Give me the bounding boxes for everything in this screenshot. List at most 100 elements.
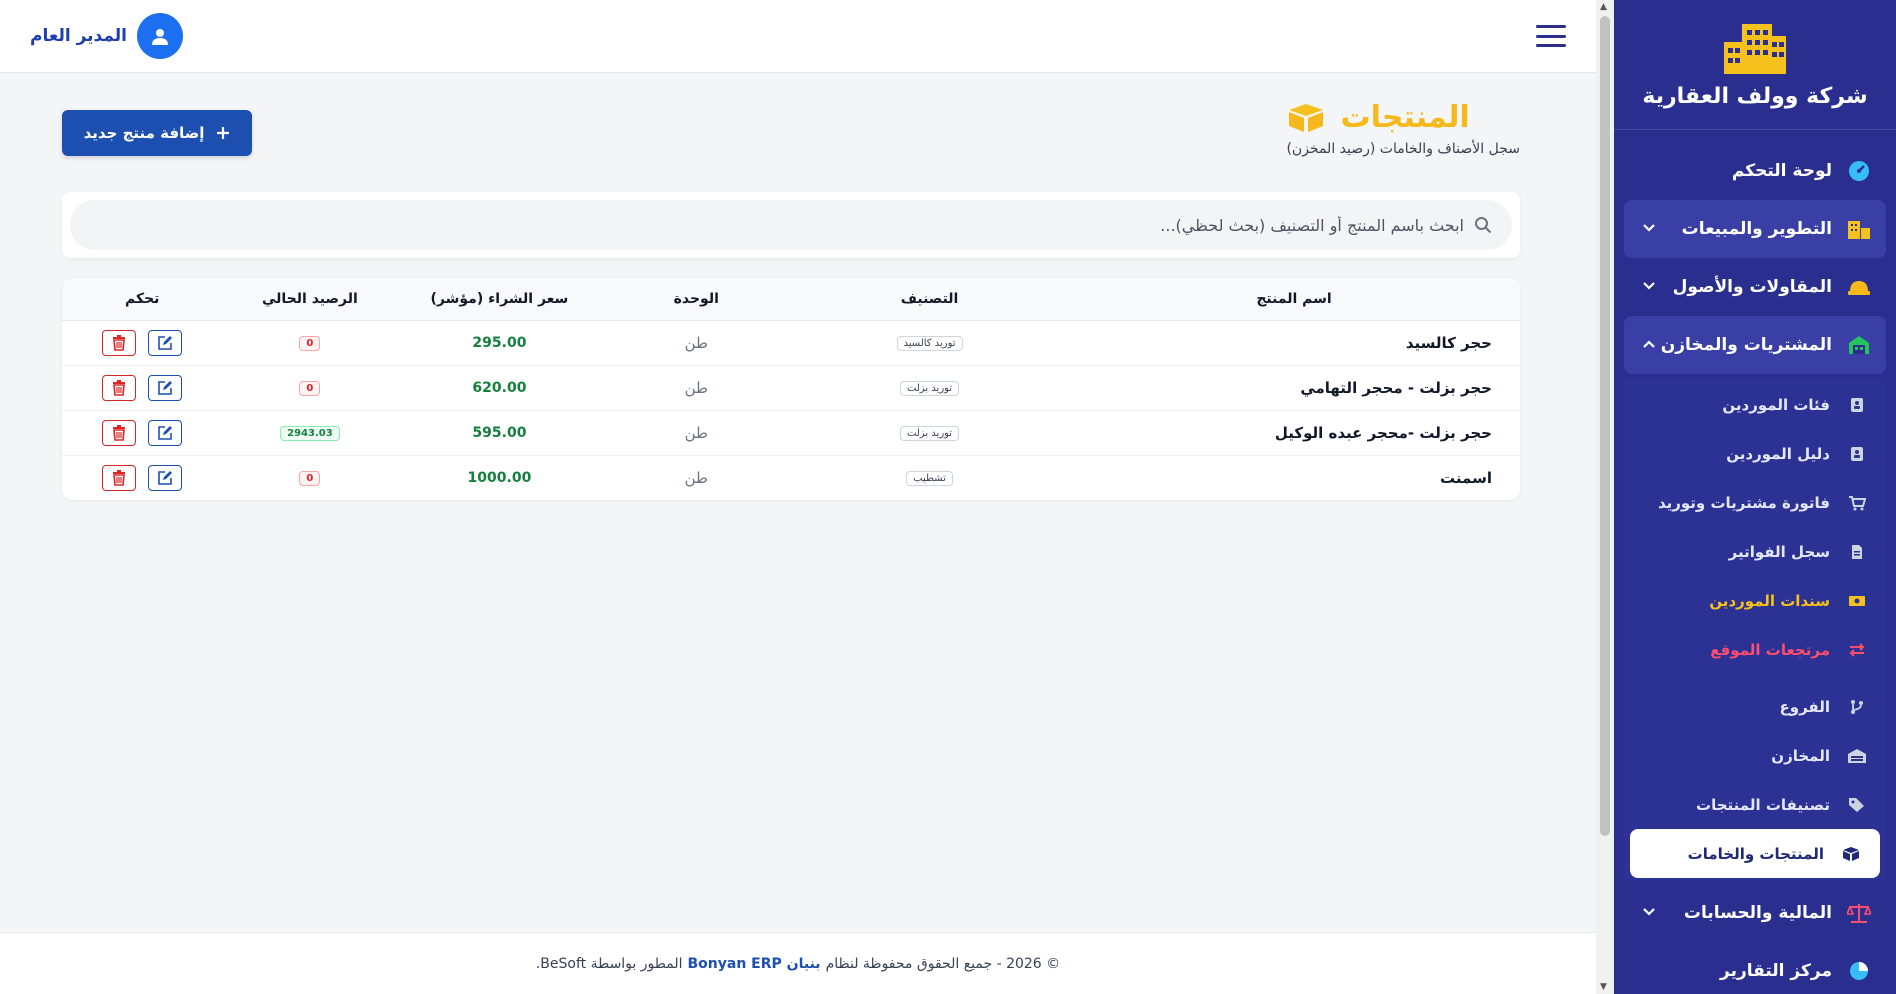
edit-button[interactable] [148, 329, 183, 356]
product-name: اسمنت [1440, 468, 1492, 487]
trash-icon [113, 469, 126, 486]
column-current-balance[interactable]: الرصيد الحالي [222, 278, 398, 321]
sidebar: شركة وولف العقارية لوحة التحكم التطوير و… [1614, 0, 1896, 994]
unit-cell: طن [601, 410, 792, 456]
helmet-icon [1846, 274, 1872, 300]
column-category[interactable]: التصنيف [791, 278, 1069, 321]
category-badge: تشطيب [906, 471, 953, 487]
chevron-down-icon [1638, 221, 1656, 237]
edit-icon [158, 335, 173, 350]
unit-cell: طن [684, 468, 708, 487]
row-actions [62, 419, 222, 446]
boxes-icon [1840, 846, 1862, 862]
scroll-up-arrow-icon[interactable]: ▲ [1600, 2, 1607, 12]
delete-button[interactable] [102, 374, 137, 401]
boxes-icon [1289, 103, 1324, 132]
edit-icon [158, 470, 173, 485]
brand: شركة وولف العقارية [1614, 0, 1896, 130]
page-title-row: المنتجات [1286, 100, 1520, 135]
search-box [70, 200, 1512, 250]
price-cell: 595.00 [397, 410, 602, 456]
category-badge: توريد بزلت [899, 381, 960, 396]
chevron-up-icon [1638, 337, 1656, 353]
product-name: حجر كالسيد [1068, 320, 1520, 366]
file-icon [1846, 544, 1868, 560]
row-actions [62, 329, 222, 356]
sidebar-item-contracting-assets[interactable]: المقاولات والأصول [1624, 258, 1886, 316]
sidebar-subitem-site-returns[interactable]: مرتجعات الموقع [1624, 625, 1886, 674]
branch-icon [1846, 699, 1868, 715]
scrollbar-thumb[interactable] [1600, 16, 1610, 836]
sidebar-subitem-invoices-log[interactable]: سجل الفواتير [1624, 527, 1886, 576]
edit-icon [158, 380, 173, 395]
page-title: المنتجات [1340, 100, 1470, 135]
address-book-icon [1846, 446, 1868, 462]
footer-copyright: © 2026 - جميع الحقوق محفوظة لنظام [825, 955, 1061, 972]
sidebar-subitem-warehouses[interactable]: المخازن [1624, 731, 1886, 780]
price-cell: 1000.00 [467, 469, 532, 486]
main-content: المدير العام المنتجات سجل الأصناف والخام… [0, 0, 1596, 994]
menu-toggle-icon[interactable] [1536, 25, 1566, 47]
search-card [62, 192, 1520, 258]
page-scrollbar[interactable]: ▲ ▼ [1596, 0, 1614, 994]
table-header-row: اسم المنتج التصنيف الوحدة سعر الشراء (مؤ… [62, 278, 1520, 321]
sidebar-subitem-branches[interactable]: الفروع [1624, 682, 1886, 731]
sidebar-subitem-purchase-invoice[interactable]: فاتورة مشتريات وتوريد [1624, 478, 1886, 527]
exchange-icon [1846, 642, 1868, 657]
search-input[interactable] [90, 215, 1464, 235]
column-unit[interactable]: الوحدة [601, 278, 792, 321]
money-icon [1846, 594, 1868, 608]
products-table: اسم المنتج التصنيف الوحدة سعر الشراء (مؤ… [62, 278, 1520, 500]
column-product-name[interactable]: اسم المنتج [1068, 278, 1520, 321]
edit-button[interactable] [148, 419, 183, 446]
sidebar-nav: لوحة التحكم التطوير والمبيعات المقاولات … [1614, 130, 1896, 994]
sidebar-submenu-purchases: فئات الموردين دليل الموردين فاتورة مشتري… [1624, 378, 1886, 880]
sidebar-subitem-supplier-directory[interactable]: دليل الموردين [1624, 429, 1886, 478]
column-purchase-price[interactable]: سعر الشراء (مؤشر) [397, 278, 602, 321]
dashboard-icon [1846, 158, 1872, 184]
row-actions [62, 464, 222, 491]
delete-button[interactable] [102, 329, 137, 356]
add-product-button[interactable]: إضافة منتج جديد [62, 110, 252, 156]
page-header: المنتجات سجل الأصناف والخامات (رصيد المخ… [62, 100, 1520, 170]
company-name: شركة وولف العقارية [1642, 84, 1868, 109]
tags-icon [1846, 797, 1868, 813]
product-name: حجر بزلت - محجر التهامي [1068, 365, 1520, 411]
table-row: اسمنت تشطيب طن 1000.00 0 [62, 455, 1520, 500]
warehouse-icon [1846, 748, 1868, 764]
edit-button[interactable] [148, 374, 183, 401]
column-actions: تحكم [62, 278, 223, 321]
sidebar-item-development-sales[interactable]: التطوير والمبيعات [1624, 200, 1886, 258]
chevron-down-icon [1638, 905, 1656, 921]
trash-icon [113, 424, 126, 441]
cart-icon [1846, 495, 1868, 511]
delete-button[interactable] [102, 464, 137, 491]
avatar [136, 13, 183, 59]
sidebar-subitem-supplier-categories[interactable]: فئات الموردين [1624, 380, 1886, 429]
title-block: المنتجات سجل الأصناف والخامات (رصيد المخ… [1286, 100, 1520, 157]
sidebar-item-purchases-warehouses[interactable]: المشتريات والمخازن [1624, 316, 1886, 374]
balance-badge: 0 [299, 336, 321, 351]
user-menu[interactable]: المدير العام [30, 13, 183, 59]
trash-icon [113, 334, 126, 351]
sidebar-item-dashboard[interactable]: لوحة التحكم [1624, 142, 1886, 200]
footer-brand-link[interactable]: بنيان Bonyan ERP [688, 956, 821, 972]
top-bar: المدير العام [0, 0, 1596, 73]
sidebar-item-finance-accounts[interactable]: المالية والحسابات [1624, 884, 1886, 942]
buildings-icon [1846, 216, 1872, 242]
balance-badge: 0 [299, 471, 321, 487]
edit-icon [158, 425, 173, 440]
sidebar-subitem-supplier-vouchers[interactable]: سندات الموردين [1624, 576, 1886, 625]
search-icon [1475, 217, 1492, 234]
unit-cell: طن [601, 320, 792, 366]
sidebar-subitem-product-categories[interactable]: تصنيفات المنتجات [1624, 780, 1886, 829]
sidebar-subitem-products-materials[interactable]: المنتجات والخامات [1630, 829, 1880, 878]
scroll-down-arrow-icon[interactable]: ▼ [1600, 982, 1607, 992]
sidebar-item-reports-center[interactable]: مركز التقارير [1624, 942, 1886, 994]
table-row: حجر كالسيد توريد كالسيد طن 295.00 0 [62, 320, 1520, 366]
scale-icon [1846, 900, 1872, 926]
address-book-icon [1846, 397, 1868, 413]
plus-icon [217, 127, 230, 139]
delete-button[interactable] [102, 419, 137, 446]
edit-button[interactable] [148, 464, 183, 491]
